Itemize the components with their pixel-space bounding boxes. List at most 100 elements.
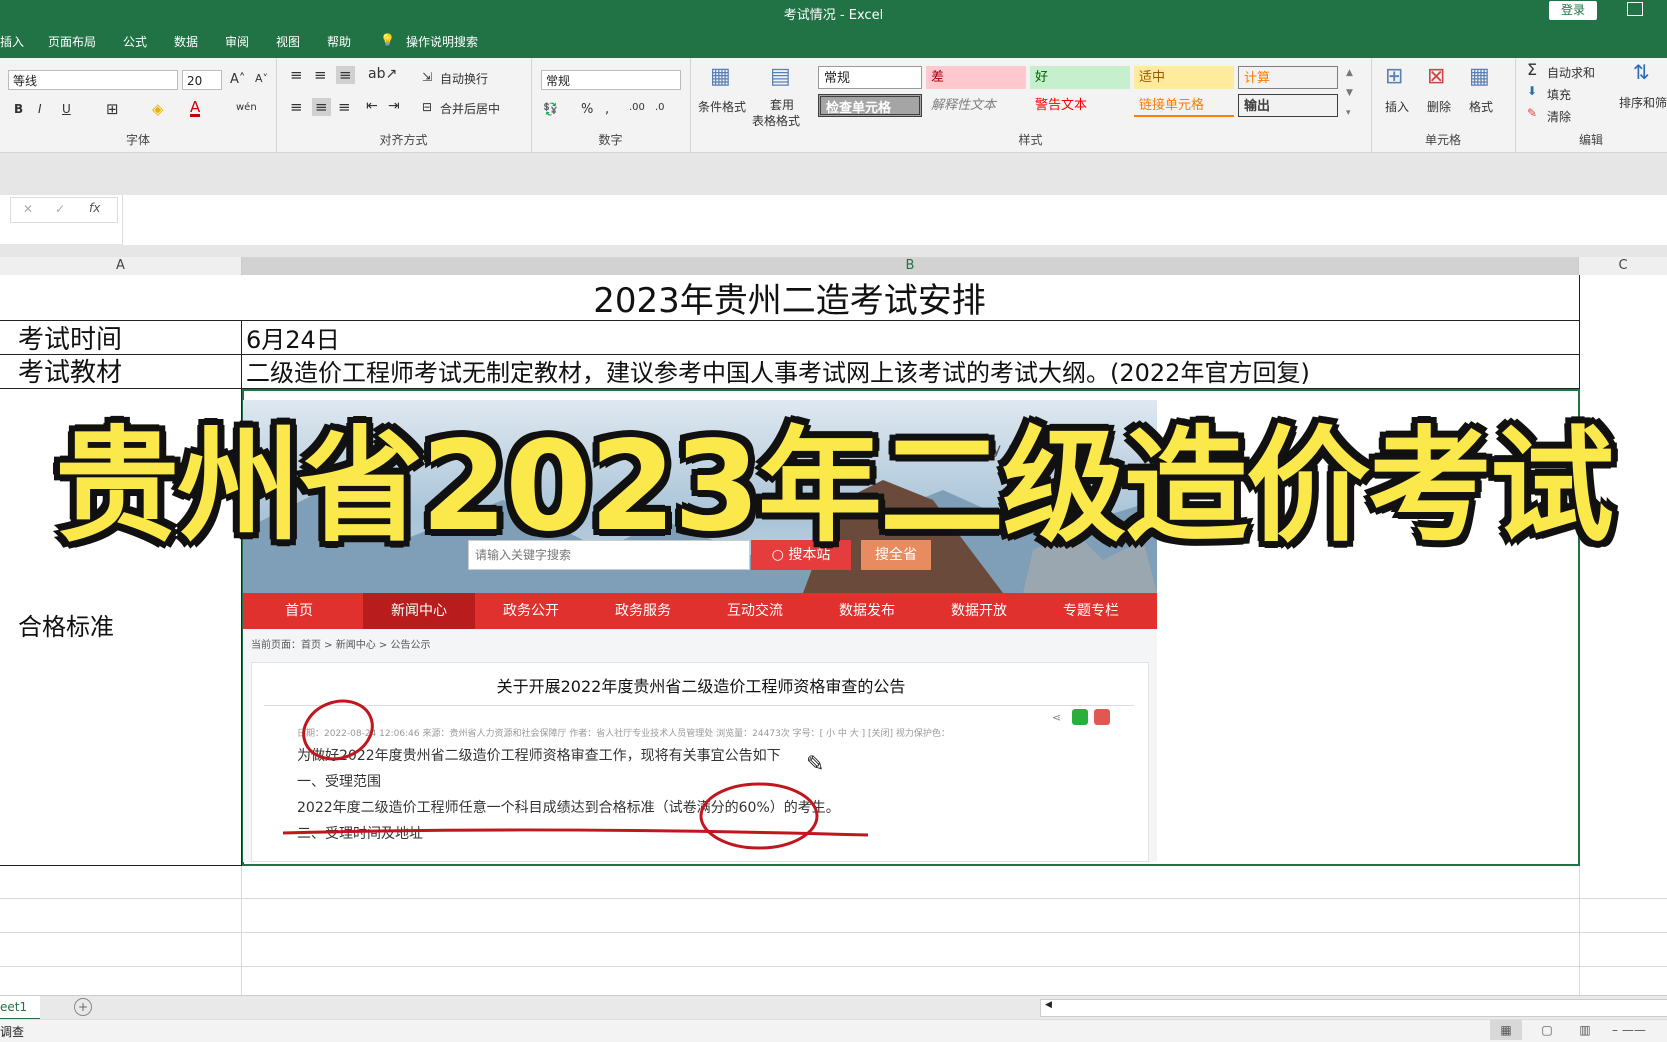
page-layout-view-icon[interactable]: ▢	[1534, 1020, 1560, 1040]
horizontal-scrollbar[interactable]: ◀	[1040, 999, 1667, 1017]
increase-indent-icon[interactable]: ⇥	[388, 98, 400, 114]
tab-formulas[interactable]: 公式	[123, 33, 147, 50]
delete-cells-icon[interactable]: ⊠	[1427, 64, 1445, 89]
style-warning[interactable]: 警告文本	[1030, 94, 1130, 117]
styles-group-label: 样式	[1018, 133, 1043, 147]
scroll-left-icon[interactable]: ◀	[1045, 1000, 1052, 1010]
style-output[interactable]: 输出	[1238, 94, 1338, 117]
underline-icon[interactable]: U	[62, 102, 71, 116]
autosum-icon[interactable]: Σ	[1527, 60, 1537, 79]
add-sheet-icon[interactable]: +	[74, 998, 92, 1016]
enter-icon[interactable]: ✓	[55, 202, 65, 216]
font-color-icon[interactable]: A	[190, 100, 201, 117]
increase-font-icon[interactable]: A˄	[230, 72, 245, 87]
fill-button[interactable]: 填充	[1547, 86, 1571, 103]
restore-window-icon[interactable]	[1627, 2, 1643, 16]
format-cells-icon[interactable]: ▦	[1469, 64, 1490, 89]
style-neutral[interactable]: 适中	[1134, 66, 1234, 89]
tab-insert[interactable]: 插入	[0, 33, 24, 50]
number-format-select[interactable]: 常规	[541, 70, 681, 90]
alignment-group-label: 对齐方式	[379, 133, 428, 147]
bold-icon[interactable]: B	[14, 102, 23, 116]
conditional-format-icon[interactable]: ▦	[710, 64, 731, 89]
table-format-icon[interactable]: ▤	[770, 64, 791, 89]
borders-icon[interactable]: ⊞	[106, 100, 119, 118]
page-break-view-icon[interactable]: ▥	[1572, 1020, 1598, 1040]
ribbon: 等线 20 A˄ A˅ B I U ⊞ ◈ A wén 字体 ≡ ≡ ≡ ab↗…	[0, 58, 1667, 153]
lightbulb-icon: 💡	[380, 33, 395, 47]
status-bar: 调查 ▦ ▢ ▥ – ——	[0, 1019, 1667, 1042]
currency-icon[interactable]: 💱	[543, 102, 558, 116]
insert-cells-button[interactable]: 插入	[1385, 98, 1409, 115]
fill-icon[interactable]: ⬇	[1527, 84, 1537, 98]
row-label-textbook[interactable]: 考试教材	[0, 355, 242, 389]
eraser-icon[interactable]: ✎	[1527, 106, 1537, 120]
sort-filter-button[interactable]: 排序和筛	[1619, 94, 1667, 111]
sort-filter-icon[interactable]: ⇅	[1633, 60, 1650, 84]
tab-data[interactable]: 数据	[174, 33, 198, 50]
style-linked-cell[interactable]: 链接单元格	[1134, 94, 1234, 117]
sheet-tab-active[interactable]: eet1	[0, 996, 40, 1020]
editing-group: Σ 自动求和 ⬇ 填充 ✎ 清除 ⇅ 排序和筛 编辑	[1515, 58, 1667, 152]
table-format-label-2[interactable]: 表格格式	[752, 112, 800, 129]
align-bottom-icon[interactable]: ≡	[336, 66, 355, 84]
styles-scroll-up-icon[interactable]: ▲	[1346, 68, 1353, 78]
normal-view-icon[interactable]: ▦	[1490, 1020, 1522, 1040]
percent-icon[interactable]: %	[581, 102, 593, 117]
styles-scroll-down-icon[interactable]: ▼	[1346, 88, 1353, 98]
style-check-cell[interactable]: 检查单元格	[818, 94, 922, 117]
insert-function-icon[interactable]: fx	[89, 201, 100, 215]
zoom-slider[interactable]: – ——	[1612, 1020, 1662, 1040]
tab-page-layout[interactable]: 页面布局	[48, 33, 96, 50]
column-headers: A B C	[0, 257, 1667, 276]
insert-cells-icon[interactable]: ⊞	[1385, 64, 1403, 89]
column-header-c[interactable]: C	[1579, 257, 1667, 275]
column-header-a[interactable]: A	[0, 257, 242, 275]
decrease-font-icon[interactable]: A˅	[255, 72, 268, 85]
tab-review[interactable]: 审阅	[225, 33, 249, 50]
style-bad[interactable]: 差	[926, 66, 1026, 89]
decrease-decimal-icon[interactable]: .0	[655, 102, 665, 113]
delete-cells-button[interactable]: 删除	[1427, 98, 1451, 115]
decrease-indent-icon[interactable]: ⇤	[366, 98, 378, 114]
style-calculation[interactable]: 计算	[1238, 66, 1338, 89]
merge-center-button[interactable]: 合并后居中	[440, 100, 500, 117]
cancel-icon[interactable]: ✕	[23, 202, 33, 216]
style-explanatory[interactable]: 解释性文本	[926, 94, 1026, 117]
styles-more-icon[interactable]: ▾	[1346, 108, 1351, 118]
conditional-format-button[interactable]: 条件格式	[698, 98, 746, 115]
increase-decimal-icon[interactable]: .00	[629, 102, 645, 113]
formula-input[interactable]	[122, 195, 1667, 245]
fill-color-icon[interactable]: ◈	[152, 100, 164, 118]
font-name-select[interactable]: 等线	[8, 70, 178, 90]
autosum-button[interactable]: 自动求和	[1547, 64, 1595, 81]
phonetic-icon[interactable]: wén	[236, 102, 257, 113]
tab-view[interactable]: 视图	[276, 33, 300, 50]
merged-title-cell[interactable]: 2023年贵州二造考试安排	[0, 275, 1580, 321]
merge-icon[interactable]: ⊟	[422, 100, 432, 114]
cell-textbook-value[interactable]: 二级造价工程师考试无制定教材，建议参考中国人事考试网上该考试的考试大纲。(202…	[242, 355, 1580, 389]
wrap-text-icon[interactable]: ⇲	[422, 70, 432, 84]
align-top-icon[interactable]: ≡	[290, 66, 303, 84]
align-middle-icon[interactable]: ≡	[314, 66, 327, 84]
cell-exam-time-value[interactable]: 6月24日	[242, 321, 1580, 355]
tell-me-search[interactable]: 操作说明搜索	[406, 33, 478, 50]
clear-button[interactable]: 清除	[1547, 108, 1571, 125]
column-header-b[interactable]: B	[242, 257, 1579, 275]
orientation-icon[interactable]: ab↗	[368, 66, 397, 82]
login-button[interactable]: 登录	[1549, 1, 1597, 20]
table-format-label-1[interactable]: 套用	[770, 96, 794, 113]
gridline	[0, 898, 1667, 899]
italic-icon[interactable]: I	[38, 102, 42, 116]
format-cells-button[interactable]: 格式	[1469, 98, 1493, 115]
style-good[interactable]: 好	[1030, 66, 1130, 89]
row-label-exam-time[interactable]: 考试时间	[0, 321, 242, 355]
font-size-select[interactable]: 20	[182, 70, 222, 90]
align-left-icon[interactable]: ≡	[290, 98, 303, 116]
wrap-text-button[interactable]: 自动换行	[440, 70, 488, 87]
comma-icon[interactable]: ,	[605, 102, 609, 117]
align-right-icon[interactable]: ≡	[338, 98, 351, 116]
style-normal[interactable]: 常规	[818, 66, 922, 89]
tab-help[interactable]: 帮助	[327, 33, 351, 50]
align-center-icon[interactable]: ≡	[312, 98, 331, 116]
